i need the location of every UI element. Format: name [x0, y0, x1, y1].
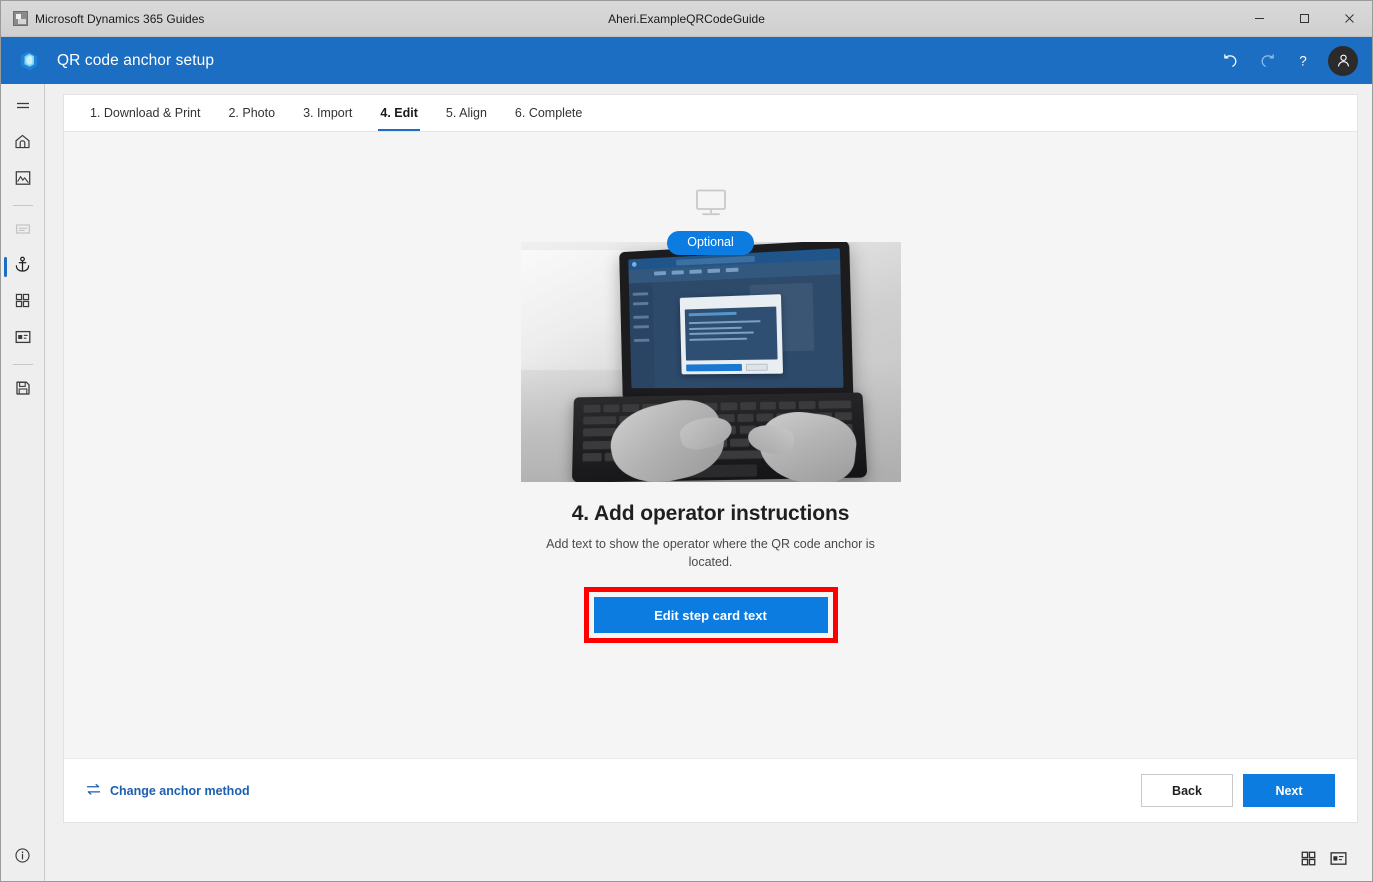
status-right-icons [1300, 850, 1372, 867]
tab-import[interactable]: 3. Import [289, 95, 366, 131]
tab-label: 2. Photo [228, 106, 276, 120]
document-title-label: Aheri.ExampleQRCodeGuide [608, 11, 765, 26]
screen-tab [725, 267, 739, 273]
tab-edit[interactable]: 4. Edit [366, 95, 432, 131]
tab-complete[interactable]: 6. Complete [501, 95, 596, 131]
sidebar-item-menu[interactable] [1, 90, 45, 126]
tab-photo[interactable]: 2. Photo [214, 95, 289, 131]
next-button[interactable]: Next [1243, 774, 1335, 807]
sidebar-item-steps[interactable] [1, 213, 45, 249]
screen-dialog-body [684, 306, 778, 361]
account-avatar-icon[interactable] [1328, 45, 1358, 76]
tab-label: 5. Align [445, 106, 487, 120]
optional-badge-wrap: Optional [667, 231, 754, 255]
main-content-column: 1. Download & Print 2. Photo 3. Import 4… [45, 84, 1372, 835]
info-icon [14, 847, 31, 869]
titlebar-left-group: Microsoft Dynamics 365 Guides [1, 11, 204, 26]
sidebar-divider-2 [12, 364, 33, 365]
step-heading: 4. Add operator instructions [571, 502, 850, 525]
wizard-content: Optional 4. Add operator instructions Ad… [64, 132, 1357, 758]
step-card-icon [14, 328, 32, 351]
app-name-label: Microsoft Dynamics 365 Guides [35, 11, 205, 26]
screen-tab [706, 268, 720, 274]
screen-dialog [679, 294, 783, 375]
wizard-tabstrip: 1. Download & Print 2. Photo 3. Import 4… [64, 95, 1357, 132]
wizard-footer: Change anchor method Back Next [64, 758, 1357, 822]
sidebar-item-anchor[interactable] [1, 249, 45, 285]
desktop-monitor-icon [694, 188, 728, 223]
step-description: Add text to show the operator where the … [546, 537, 875, 570]
tab-align[interactable]: 5. Align [432, 95, 501, 131]
change-anchor-method-link[interactable]: Change anchor method [86, 783, 250, 799]
app-body: 1. Download & Print 2. Photo 3. Import 4… [1, 84, 1372, 835]
tab-download-print[interactable]: 1. Download & Print [76, 95, 214, 131]
screen-dialog-title [684, 300, 776, 306]
undo-icon[interactable] [1214, 44, 1248, 78]
tab-label: 3. Import [303, 106, 353, 120]
grid-icon [14, 292, 31, 314]
minimize-button[interactable] [1237, 1, 1282, 36]
dynamics-guides-logo [15, 47, 43, 75]
change-anchor-method-label: Change anchor method [110, 783, 250, 798]
window-controls [1237, 1, 1372, 36]
tab-label: 4. Edit [380, 106, 418, 120]
app-window: Microsoft Dynamics 365 Guides Aheri.Exam… [0, 0, 1373, 882]
screen-app-dot [631, 261, 637, 267]
image-icon [14, 169, 32, 192]
home-icon [13, 132, 32, 156]
help-icon[interactable]: ? [1286, 44, 1320, 78]
redo-icon[interactable] [1250, 44, 1284, 78]
maximize-button[interactable] [1282, 1, 1327, 36]
sidebar-item-home[interactable] [1, 126, 45, 162]
edit-step-card-text-highlight: Edit step card text [583, 587, 838, 644]
footer-buttons: Back Next [1141, 774, 1335, 807]
card-view-icon[interactable] [1329, 850, 1348, 867]
wizard-panel: 1. Download & Print 2. Photo 3. Import 4… [63, 94, 1358, 823]
window-titlebar: Microsoft Dynamics 365 Guides Aheri.Exam… [1, 1, 1372, 37]
status-info-slot[interactable] [1, 835, 45, 881]
screen-tab [671, 270, 684, 275]
laptop-lid [618, 242, 853, 399]
tab-label: 1. Download & Print [90, 106, 201, 120]
laptop-base [571, 392, 867, 482]
screen-dialog-buttons [685, 363, 778, 372]
app-window-icon [13, 11, 28, 26]
screen-sidebar [628, 282, 655, 389]
step-list-icon [14, 220, 32, 243]
grid-view-icon[interactable] [1300, 850, 1317, 867]
appbar-actions: ? [1214, 44, 1358, 78]
laptop-screen [627, 248, 844, 389]
laptop-typing-photo [520, 242, 901, 482]
page-title: QR code anchor setup [57, 51, 215, 69]
app-header-bar: QR code anchor setup ? [1, 37, 1372, 84]
status-bar [1, 835, 1372, 881]
sidebar-item-card[interactable] [1, 321, 45, 357]
screen-tab [653, 271, 666, 276]
status-badge: Optional [667, 231, 754, 255]
screen-tab [688, 269, 702, 274]
anchor-icon [13, 255, 32, 279]
close-button[interactable] [1327, 1, 1372, 36]
left-sidebar [1, 84, 45, 835]
tab-label: 6. Complete [514, 106, 583, 120]
sidebar-item-media[interactable] [1, 162, 45, 198]
edit-step-card-text-button[interactable]: Edit step card text [593, 597, 828, 634]
svg-text:?: ? [1299, 53, 1307, 68]
swap-arrows-icon [86, 783, 101, 799]
sidebar-divider-1 [12, 205, 33, 206]
sidebar-item-save[interactable] [1, 372, 45, 408]
back-button[interactable]: Back [1141, 774, 1233, 807]
hamburger-menu-icon [14, 97, 32, 120]
save-icon [14, 379, 32, 402]
sidebar-item-assets[interactable] [1, 285, 45, 321]
